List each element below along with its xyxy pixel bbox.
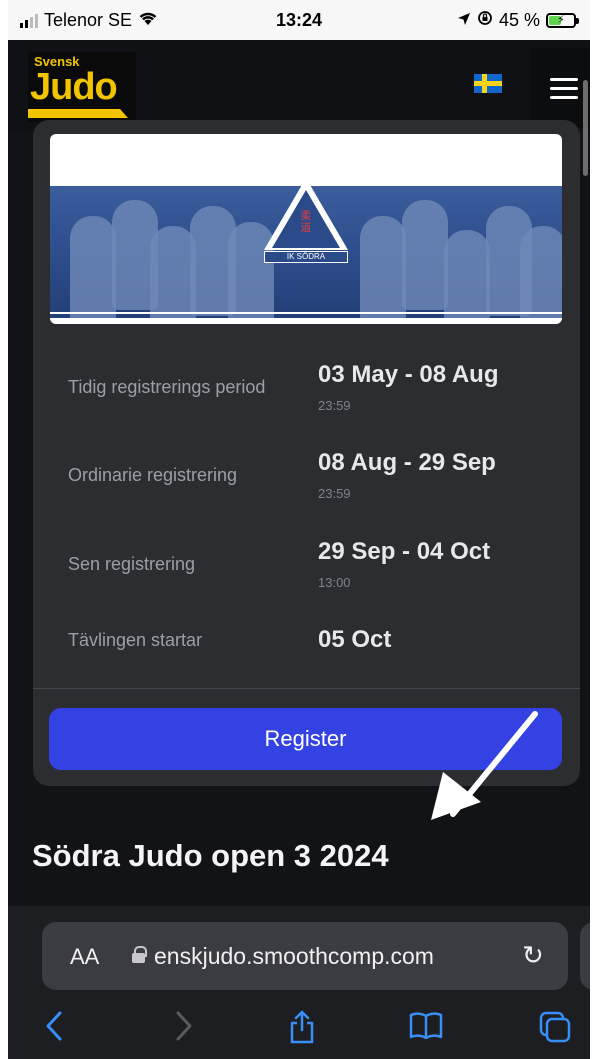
address-bar[interactable]: AA enskjudo.smoothcomp.com ↻ [42,922,568,990]
reload-icon[interactable]: ↻ [522,940,544,971]
card-divider [33,688,580,689]
page-scroll-indicator[interactable] [583,80,588,176]
orientation-lock-icon [477,10,493,31]
reader-text-size-button[interactable]: AA [70,944,99,970]
period-dates: 05 Oct [318,626,392,653]
arrow-annotation-icon [431,711,538,820]
lock-icon [132,946,147,963]
bookmarks-icon[interactable] [408,1010,444,1046]
period-label: Sen registrering [68,554,196,574]
period-deadline: 23:59 [318,486,351,501]
period-deadline: 13:00 [318,575,351,590]
emblem-club-name: IK SÖDRA [264,251,348,263]
next-tab-preview[interactable] [580,922,590,990]
location-arrow-icon [457,10,471,31]
period-label: Tävlingen startar [68,630,203,650]
period-label: Ordinarie registrering [68,465,238,485]
url-text[interactable]: enskjudo.smoothcomp.com [154,943,434,970]
hamburger-menu-button[interactable] [530,48,590,128]
emblem-kanji: 柔 道 [300,209,312,235]
period-dates: 03 May - 08 Aug [318,361,499,388]
swedish-flag-icon[interactable] [474,74,502,93]
safari-toolbar [8,1002,590,1059]
logo-underline [28,109,128,118]
period-dates: 08 Aug - 29 Sep [318,449,496,476]
logo-main-text: Judo [30,66,118,108]
period-deadline: 23:59 [318,398,351,413]
status-bar: Telenor SE 13:24 45 % ⚡ [8,0,590,40]
tabs-icon[interactable] [538,1010,572,1050]
svensk-judo-logo[interactable]: Svensk Judo [28,52,136,122]
forward-icon[interactable] [174,1010,194,1048]
period-dates: 29 Sep - 04 Oct [318,538,491,565]
site-header: Svensk Judo [8,40,590,132]
battery-percent: 45 % [498,10,540,30]
battery-icon: ⚡ [546,13,579,28]
event-banner-image: 柔 道 IK SÖDRA [50,134,562,324]
event-info-card: 柔 道 IK SÖDRA Tidig registrerings period … [33,120,580,820]
charging-bolt-icon: ⚡ [557,14,565,26]
safari-bottom-bar: AA enskjudo.smoothcomp.com ↻ [8,906,590,1059]
share-icon[interactable] [288,1010,316,1050]
back-icon[interactable] [44,1010,64,1048]
phone-screen: Telenor SE 13:24 45 % ⚡ Svensk Judo 柔 道 … [8,0,590,1059]
event-title: Södra Judo open 3 2024 [32,838,389,873]
period-label: Tidig registrerings period [68,377,266,397]
status-right: 45 % ⚡ [457,10,579,31]
